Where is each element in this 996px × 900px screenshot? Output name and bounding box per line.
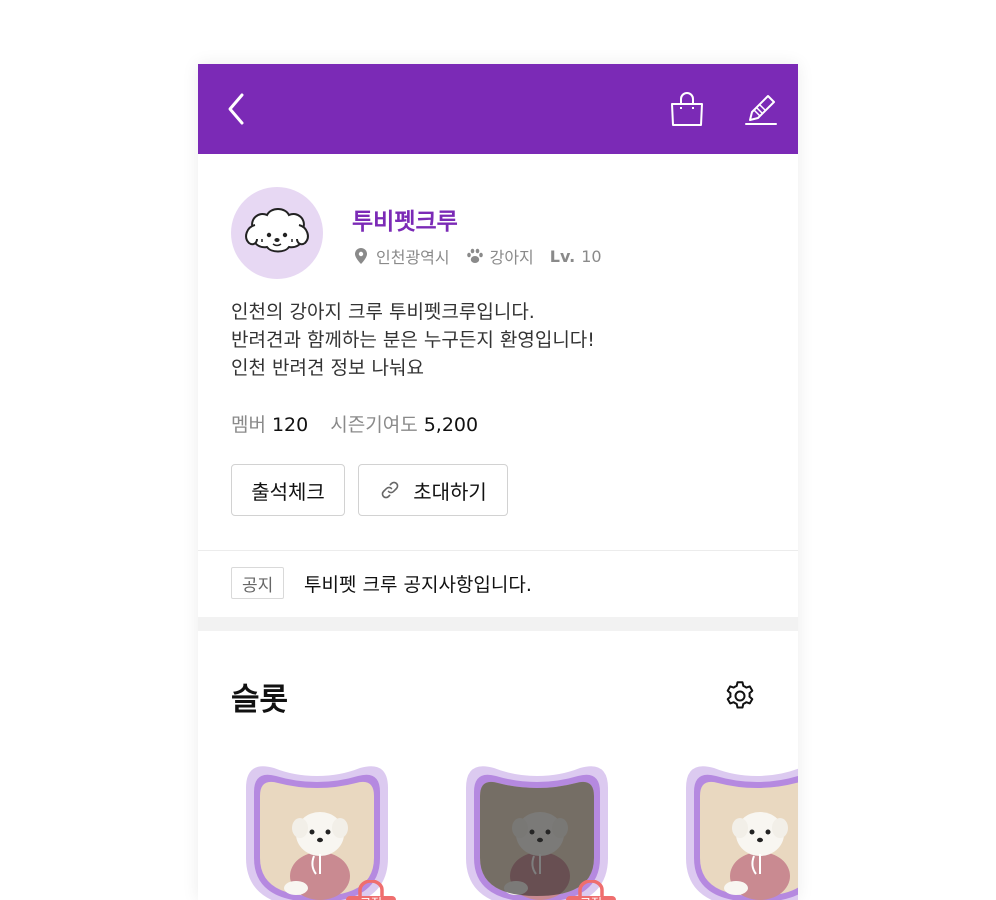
top-app-bar: [198, 64, 798, 154]
section-divider: [198, 550, 798, 551]
slot-card[interactable]: [234, 758, 400, 900]
dog-photo-dimmed: [466, 766, 608, 900]
crew-stats: 멤버 120 시즌기여도 5,200: [231, 410, 494, 437]
attendance-check-button[interactable]: 출석체크: [231, 464, 345, 516]
members-label: 멤버: [231, 414, 266, 436]
crew-category: 강아지: [489, 248, 534, 267]
pin-label: 고정: [580, 896, 602, 900]
contribution-value: 5,200: [423, 414, 479, 436]
attendance-check-label: 출석체크: [251, 479, 325, 504]
invite-label: 초대하기: [413, 479, 487, 504]
slot-settings-button[interactable]: [722, 678, 758, 714]
dog-photo: [246, 766, 388, 900]
shop-button[interactable]: [668, 90, 706, 128]
edit-button[interactable]: [742, 90, 780, 128]
pinned-lock-badge: 고정: [566, 880, 616, 900]
slot-card[interactable]: [674, 758, 798, 900]
slot-card[interactable]: [454, 758, 620, 900]
pin-label: 고정: [360, 896, 382, 900]
description-line: 반려견과 함께하는 분은 누구든지 환영입니다!: [231, 329, 595, 351]
level-label: Lv.: [549, 246, 576, 266]
gear-icon: [726, 681, 754, 709]
invite-button[interactable]: 초대하기: [358, 464, 508, 516]
crew-description: 인천의 강아지 크루 투비펫크루입니다. 반려견과 함께하는 분은 누구든지 환…: [231, 298, 595, 382]
members-count: 120: [271, 414, 309, 436]
shopping-bag-icon: [671, 92, 703, 126]
paw-icon: [466, 248, 483, 263]
location-pin-icon: [355, 248, 367, 264]
section-separator: [198, 617, 798, 631]
link-icon: [381, 481, 399, 499]
slots-title: 슬롯: [231, 682, 289, 718]
dog-face-icon: [245, 208, 309, 253]
crew-screen: 투비펫크루 인천광역시 강아지 Lv. 10 인천의 강아지 크루 투비펫크루입…: [198, 64, 798, 900]
description-line: 인천의 강아지 크루 투비펫크루입니다.: [231, 301, 535, 323]
pencil-icon: [745, 95, 777, 125]
crew-meta: 인천광역시 강아지 Lv. 10: [352, 244, 602, 268]
notice-tag: 공지: [231, 567, 285, 599]
chevron-left-icon: [228, 93, 244, 125]
description-line: 인천 반려견 정보 나눠요: [231, 357, 424, 379]
contribution-label: 시즌기여도: [330, 414, 418, 436]
crew-location: 인천광역시: [376, 248, 450, 267]
crew-avatar: [231, 187, 323, 279]
crew-name: 투비펫크루: [352, 209, 458, 235]
back-button[interactable]: [222, 89, 256, 129]
dog-photo: [686, 766, 798, 900]
crew-level: 10: [581, 246, 602, 266]
pinned-lock-badge: 고정: [346, 880, 396, 900]
notice-text[interactable]: 투비펫 크루 공지사항입니다.: [304, 570, 532, 597]
